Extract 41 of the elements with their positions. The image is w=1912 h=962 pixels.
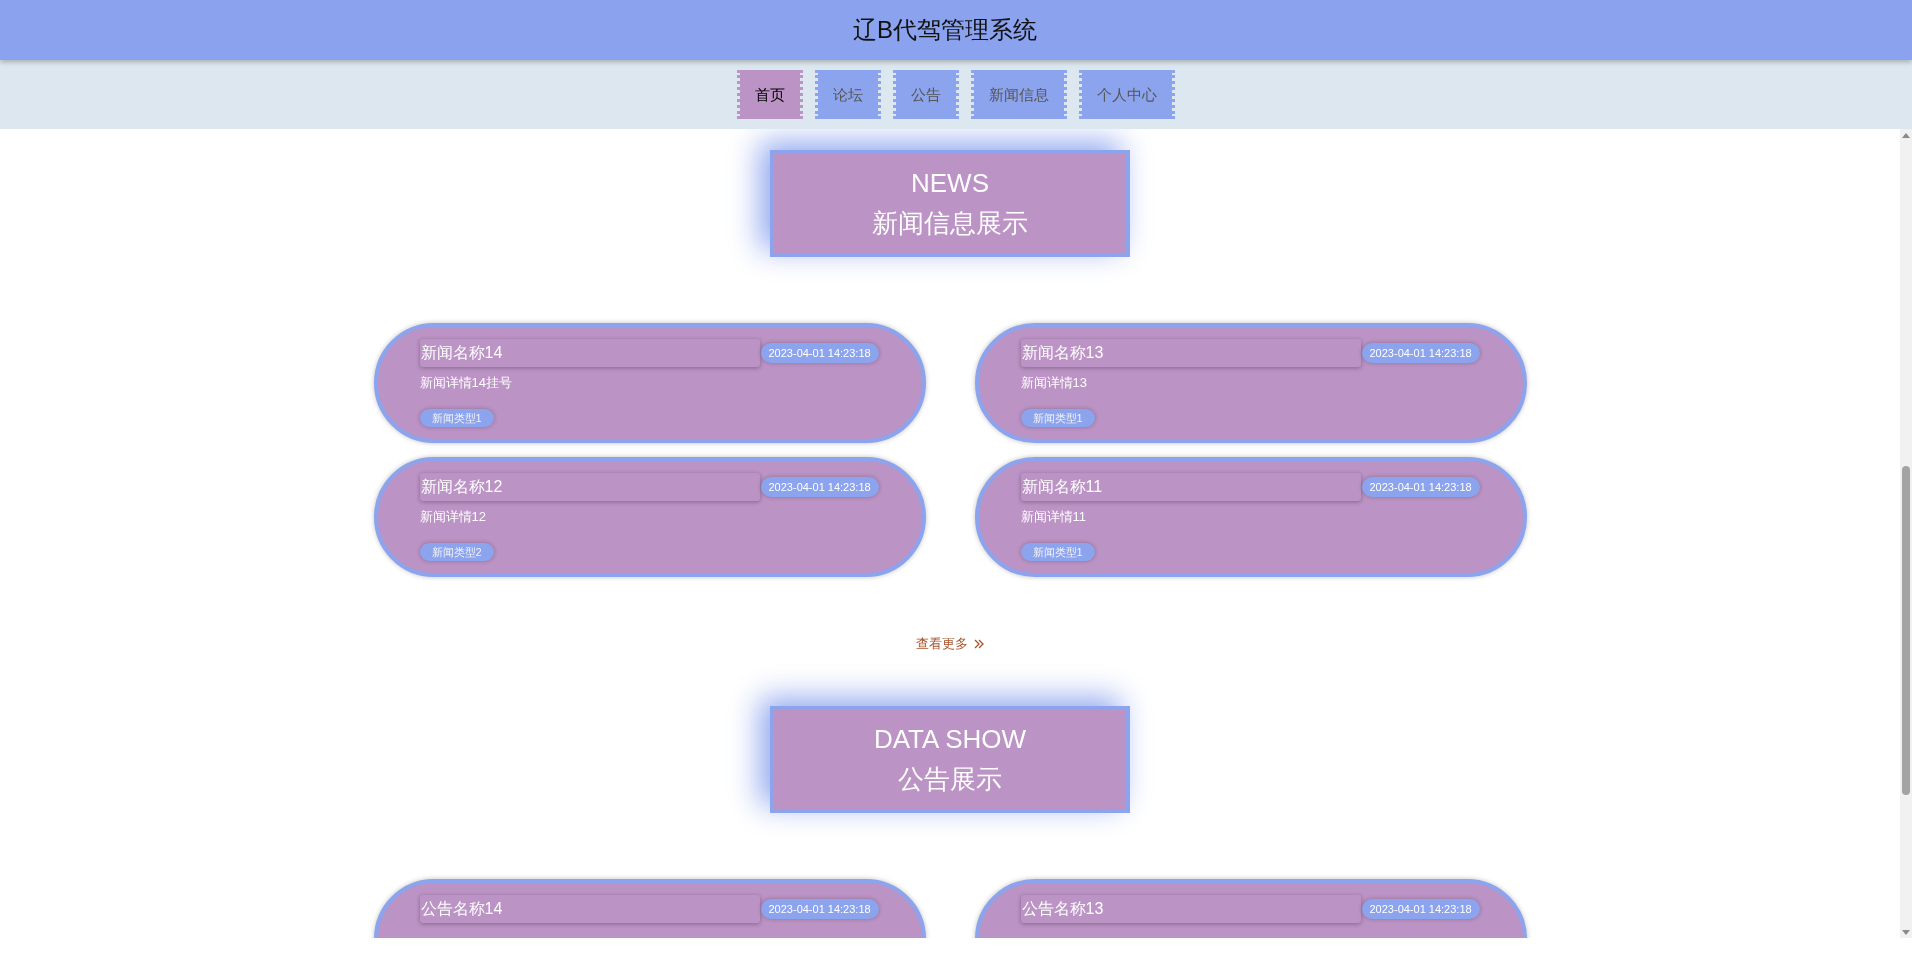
type-tag: 新闻类型1 xyxy=(1020,409,1095,427)
date-badge: 2023-04-01 14:23:18 xyxy=(760,899,879,919)
card-detail: 新闻详情11 xyxy=(1020,509,1086,525)
news-card[interactable]: 新闻名称13 2023-04-01 14:23:18 新闻详情13 新闻类型1 xyxy=(974,323,1527,443)
nav-tab[interactable]: 论坛 xyxy=(815,70,881,119)
type-tag: 新闻类型1 xyxy=(419,409,494,427)
card-title: 新闻名称12 xyxy=(419,473,760,501)
nav-tab[interactable]: 新闻信息 xyxy=(971,70,1067,119)
news-card[interactable]: 新闻名称11 2023-04-01 14:23:18 新闻详情11 新闻类型1 xyxy=(974,457,1527,577)
section-title-english: NEWS xyxy=(910,167,990,200)
card-title: 新闻名称13 xyxy=(1020,339,1361,367)
notice-card[interactable]: 公告名称13 2023-04-01 14:23:18 xyxy=(974,879,1527,938)
notice-card[interactable]: 公告名称14 2023-04-01 14:23:18 xyxy=(373,879,926,938)
down-arrow-icon[interactable] xyxy=(1902,929,1910,935)
app-title: 辽B代驾管理系统 xyxy=(853,15,1037,45)
section-title: 公告展示 xyxy=(897,763,1003,796)
card-detail: 新闻详情14挂号 xyxy=(419,375,512,391)
section-title-english: DATA SHOW xyxy=(872,723,1028,756)
card-title: 新闻名称11 xyxy=(1020,473,1361,501)
type-tag: 新闻类型1 xyxy=(1020,543,1095,561)
double-chevron-icon xyxy=(974,639,984,649)
date-badge: 2023-04-01 14:23:18 xyxy=(1361,477,1480,497)
date-badge: 2023-04-01 14:23:18 xyxy=(760,343,879,363)
news-card[interactable]: 新闻名称12 2023-04-01 14:23:18 新闻详情12 新闻类型2 xyxy=(373,457,926,577)
card-title: 公告名称14 xyxy=(419,895,760,923)
card-title: 新闻名称14 xyxy=(419,339,760,367)
scrollbar-thumb[interactable] xyxy=(1902,466,1910,795)
up-arrow-icon[interactable] xyxy=(1902,132,1910,138)
date-badge: 2023-04-01 14:23:18 xyxy=(1361,343,1480,363)
date-badge: 2023-04-01 14:23:18 xyxy=(1361,899,1480,919)
nav-tab[interactable]: 首页 xyxy=(737,70,803,119)
card-title: 公告名称13 xyxy=(1020,895,1361,923)
nav-tab[interactable]: 个人中心 xyxy=(1079,70,1175,119)
card-detail: 新闻详情13 xyxy=(1020,375,1087,391)
type-tag: 新闻类型2 xyxy=(419,543,494,561)
section-title: 新闻信息展示 xyxy=(871,207,1029,240)
card-detail: 新闻详情12 xyxy=(419,509,486,525)
date-badge: 2023-04-01 14:23:18 xyxy=(760,477,879,497)
more-link[interactable]: 查看更多 xyxy=(916,636,984,652)
news-card[interactable]: 新闻名称14 2023-04-01 14:23:18 新闻详情14挂号 新闻类型1 xyxy=(373,323,926,443)
nav-tab[interactable]: 公告 xyxy=(893,70,959,119)
